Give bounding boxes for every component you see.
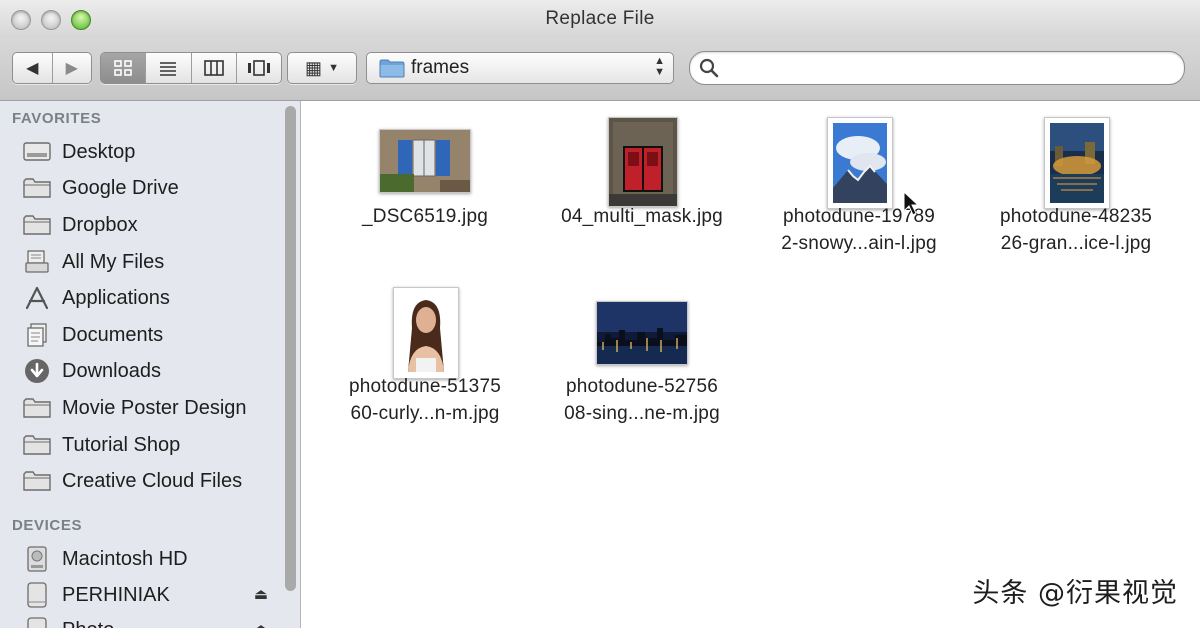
column-view-icon <box>203 60 224 76</box>
sidebar-item-label: Creative Cloud Files <box>62 469 243 492</box>
folder-icon <box>22 176 52 200</box>
file-name: photodune-51375 60-curly...n-m.jpg <box>325 373 525 427</box>
file-name-line-2: 26-gran...ice-l.jpg <box>1000 233 1152 254</box>
file-name-line-1: photodune-48235 <box>1000 206 1152 227</box>
external-drive-icon <box>22 617 52 628</box>
file-name-line-1: _DSC6519.jpg <box>362 206 488 227</box>
stepper-arrows-icon: ▲ ▼ <box>654 55 665 78</box>
sidebar-item-macintosh-hd[interactable]: Macintosh HD <box>22 542 280 576</box>
folder-icon <box>22 213 52 237</box>
file-name: photodune-52756 08-sing...ne-m.jpg <box>542 373 742 427</box>
sidebar-item-documents[interactable]: Documents <box>22 318 280 352</box>
sidebar-item-google-drive[interactable]: Google Drive <box>22 171 280 205</box>
sidebar-item-creative-cloud-files[interactable]: Creative Cloud Files <box>22 464 280 498</box>
window-title: Replace File <box>545 8 655 29</box>
sidebar-item-dropbox[interactable]: Dropbox <box>22 208 280 242</box>
desktop-icon <box>22 140 52 164</box>
forward-button[interactable]: ▶ <box>53 53 92 83</box>
title-bar: Replace File <box>0 0 1200 38</box>
search-icon <box>699 58 719 78</box>
favorites-heading: FAVORITES <box>12 110 102 127</box>
all-files-icon <box>22 250 52 274</box>
external-drive-icon <box>22 582 52 608</box>
eject-icon[interactable]: ⏏ <box>254 585 268 603</box>
sidebar-item-movie-poster-design[interactable]: Movie Poster Design <box>22 391 280 425</box>
sidebar-item-label: Tutorial Shop <box>62 433 181 456</box>
location-popup[interactable]: frames ▲ ▼ <box>366 52 674 84</box>
file-browser-content: _DSC6519.jpg 04_multi_mask.jpg photodune… <box>301 101 1200 628</box>
sidebar-item-label: Downloads <box>62 359 161 382</box>
sidebar-item-all-my-files[interactable]: All My Files <box>22 245 280 279</box>
file-thumbnail <box>596 301 688 365</box>
search-field[interactable] <box>689 51 1185 85</box>
file-name-line-2: 60-curly...n-m.jpg <box>350 403 500 424</box>
sidebar-item-desktop[interactable]: Desktop <box>22 135 280 169</box>
file-name-line-1: 04_multi_mask.jpg <box>561 206 723 227</box>
sidebar-item-label: Google Drive <box>62 176 179 199</box>
downloads-icon <box>22 359 52 383</box>
file-name-line-2: 08-sing...ne-m.jpg <box>564 403 720 424</box>
devices-heading: DEVICES <box>12 517 83 534</box>
file-thumbnail <box>379 129 471 193</box>
file-thumbnail <box>393 287 459 379</box>
arrange-grid-icon: ▦ <box>305 57 323 78</box>
file-name: _DSC6519.jpg <box>325 203 525 230</box>
mouse-pointer-icon <box>903 191 919 216</box>
folder-icon <box>22 396 52 420</box>
arrange-menu-button[interactable]: ▦ ▼ <box>287 52 357 84</box>
column-view-button[interactable] <box>192 53 237 83</box>
sidebar-scrollbar[interactable] <box>285 106 296 591</box>
cover-flow-view-button[interactable] <box>237 53 281 83</box>
folder-icon <box>379 59 405 78</box>
sidebar-item-label: All My Files <box>62 250 165 273</box>
sidebar-item-label: Macintosh HD <box>62 547 188 570</box>
sidebar-item-label: Photo... <box>62 619 131 628</box>
location-label: frames <box>411 57 470 78</box>
sidebar-item-label: Dropbox <box>62 213 138 236</box>
watermark: 头条 @衍果视觉 <box>972 578 1178 609</box>
file-thumbnail <box>1044 117 1110 209</box>
file-thumbnail <box>827 117 893 209</box>
file-name: 04_multi_mask.jpg <box>542 203 742 230</box>
applications-icon <box>22 286 52 310</box>
view-mode-control <box>100 52 282 84</box>
hard-drive-icon <box>22 546 52 572</box>
file-name: photodune-48235 26-gran...ice-l.jpg <box>976 203 1176 257</box>
back-arrow-icon: ◀ <box>26 60 39 77</box>
file-name-line-1: photodune-19789 <box>783 206 935 227</box>
forward-arrow-icon: ▶ <box>65 60 78 77</box>
sidebar-item-downloads[interactable]: Downloads <box>22 354 280 388</box>
sidebar-item-label: Desktop <box>62 140 136 163</box>
sidebar-item-perhiniak[interactable]: PERHINIAK ⏏ <box>22 578 280 612</box>
sidebar-item-photo-drive[interactable]: Photo... ⏏ <box>22 613 280 628</box>
sidebar-item-label: Movie Poster Design <box>62 396 247 419</box>
sidebar: FAVORITES Desktop Google Drive Dropbox A… <box>0 101 301 628</box>
sidebar-item-label: PERHINIAK <box>62 583 170 606</box>
back-forward-control: ◀ ▶ <box>12 52 92 84</box>
arrange-button-inner: ▦ ▼ <box>288 53 356 83</box>
list-view-button[interactable] <box>146 53 192 83</box>
eject-icon[interactable]: ⏏ <box>254 620 268 628</box>
chevron-down-icon: ▼ <box>328 62 339 74</box>
folder-icon <box>22 469 52 493</box>
sidebar-item-applications[interactable]: Applications <box>22 281 280 315</box>
file-thumbnail <box>608 117 678 207</box>
back-button[interactable]: ◀ <box>13 53 53 83</box>
list-view-icon <box>160 62 177 76</box>
folder-icon <box>22 433 52 457</box>
file-name-line-1: photodune-52756 <box>566 376 718 397</box>
cover-flow-icon <box>247 60 270 76</box>
toolbar: ◀ ▶ ▦ ▼ frames ▲ ▼ <box>0 38 1200 101</box>
file-name-line-1: photodune-51375 <box>349 376 501 397</box>
sidebar-item-label: Applications <box>62 286 170 309</box>
documents-icon <box>22 323 52 347</box>
file-name-line-2: 2-snowy...ain-l.jpg <box>781 233 937 254</box>
sidebar-item-tutorial-shop[interactable]: Tutorial Shop <box>22 428 280 462</box>
icon-view-button[interactable] <box>101 53 147 83</box>
icon-view-icon <box>114 60 132 76</box>
file-name: photodune-19789 2-snowy...ain-l.jpg <box>759 203 959 257</box>
sidebar-item-label: Documents <box>62 323 164 346</box>
